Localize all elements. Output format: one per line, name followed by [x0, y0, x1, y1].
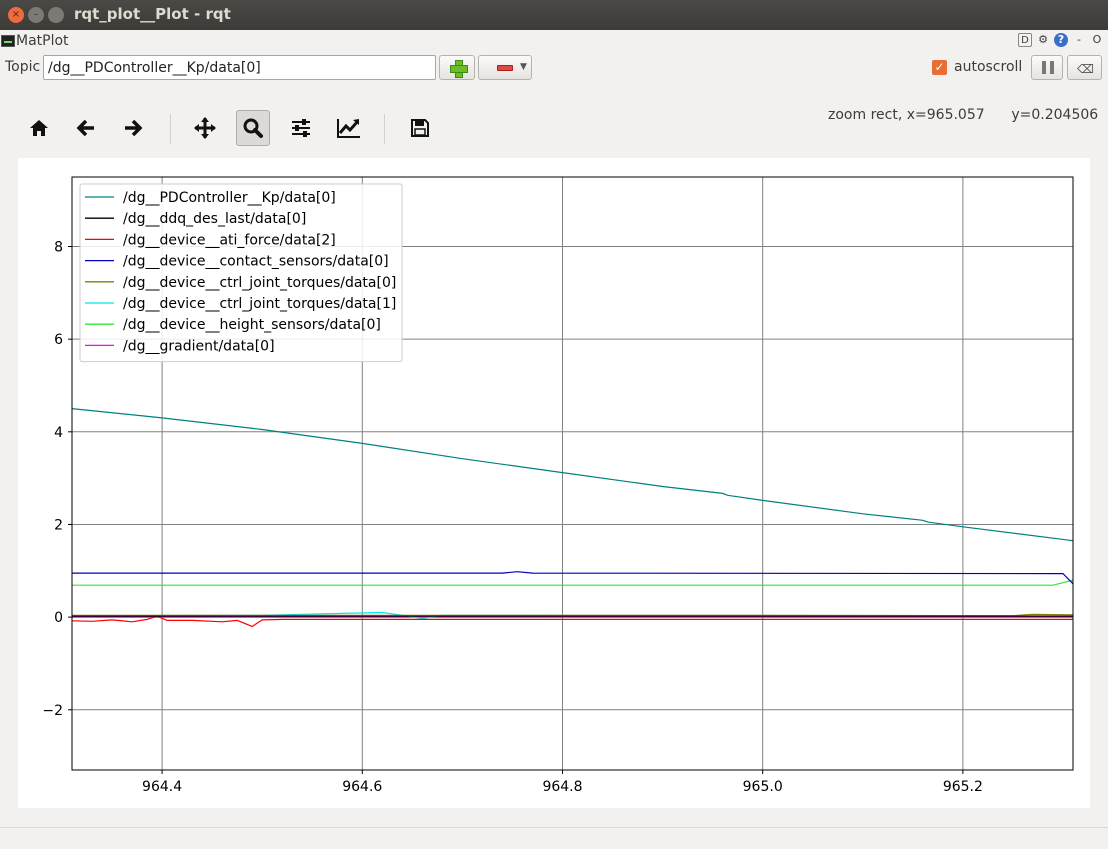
window-minimize-button[interactable]: –	[28, 7, 44, 23]
forward-button[interactable]	[116, 110, 150, 146]
configure-subplots-button[interactable]	[284, 110, 318, 146]
matplot-app-icon	[1, 35, 15, 47]
cursor-coordinates: zoom rect, x=965.057 y=0.204506	[828, 107, 1099, 123]
x-tick-label: 964.6	[342, 779, 382, 795]
pan-button[interactable]	[188, 110, 222, 146]
legend-label: /dg__device__ctrl_joint_torques/data[0]	[123, 275, 396, 291]
y-tick-label: 8	[54, 239, 63, 255]
plugin-header: MatPlot D ⚙ ? - O	[0, 31, 1108, 53]
chevron-down-icon: ▼	[520, 62, 527, 72]
minus-icon	[497, 65, 513, 71]
window-close-button[interactable]: ×	[8, 7, 24, 23]
back-icon	[76, 119, 94, 137]
legend-label: /dg__device__ati_force/data[2]	[123, 232, 336, 248]
y-tick-label: 4	[54, 425, 63, 441]
home-icon	[30, 120, 48, 136]
clear-button[interactable]: ⌫	[1067, 55, 1102, 80]
legend-label: /dg__device__contact_sensors/data[0]	[123, 254, 389, 270]
gear-icon[interactable]: ⚙	[1036, 33, 1050, 47]
help-icon[interactable]: ?	[1054, 33, 1068, 47]
legend-label: /dg__PDController__Kp/data[0]	[123, 190, 336, 206]
plugin-header-controls: D ⚙ ? - O	[1018, 33, 1104, 47]
x-tick-label: 964.8	[542, 779, 582, 795]
zoom-icon	[243, 118, 263, 138]
plot-canvas[interactable]: 964.4 964.6 964.8 965.0 965.2 −2 0 2 4 6 8/dg__PDC…	[18, 158, 1090, 808]
x-tick-label: 965.2	[943, 779, 983, 795]
home-button[interactable]	[22, 110, 56, 146]
cursor-y: y=0.204506	[1011, 107, 1099, 123]
y-tick-label: 6	[54, 332, 63, 348]
close-plugin-icon[interactable]: O	[1090, 33, 1104, 47]
save-icon	[411, 119, 429, 137]
pause-button[interactable]	[1031, 55, 1063, 80]
window-titlebar: × – rqt_plot__Plot - rqt	[0, 0, 1108, 30]
pause-icon	[1042, 61, 1054, 74]
y-tick-label: −2	[42, 703, 63, 719]
autoscroll-label: autoscroll	[954, 59, 1023, 75]
legend-label: /dg__device__height_sensors/data[0]	[123, 317, 381, 333]
x-tick-label: 965.0	[743, 779, 783, 795]
status-bar	[0, 827, 1108, 849]
forward-icon	[125, 119, 143, 137]
clear-icon: ⌫	[1077, 62, 1094, 76]
dock-icon[interactable]: D	[1018, 33, 1032, 47]
save-button[interactable]	[403, 110, 437, 146]
zoom-button[interactable]	[236, 110, 270, 146]
toolbar-separator	[170, 114, 171, 144]
topic-label: Topic	[5, 59, 41, 75]
y-tick-label: 0	[54, 610, 63, 626]
edit-axis-icon	[337, 119, 360, 138]
cursor-x: x=965.057	[906, 107, 985, 123]
legend-label: /dg__device__ctrl_joint_torques/data[1]	[123, 296, 396, 312]
y-tick-label: 2	[54, 517, 63, 533]
window-maximize-button[interactable]	[48, 7, 64, 23]
plot-figure[interactable]: 964.4 964.6 964.8 965.0 965.2 −2 0 2 4 6 8/dg__PDC…	[18, 158, 1090, 808]
pan-icon	[194, 117, 216, 139]
edit-axis-button[interactable]	[332, 110, 366, 146]
minimize-plugin-icon[interactable]: -	[1072, 33, 1086, 47]
plus-icon	[450, 60, 468, 78]
toolbar-separator	[384, 114, 385, 144]
configure-subplots-icon	[292, 119, 310, 137]
toolbar-mode: zoom rect	[828, 107, 898, 123]
window-title: rqt_plot__Plot - rqt	[74, 5, 231, 23]
autoscroll-checkbox[interactable]: ✓	[932, 60, 947, 75]
topic-input[interactable]	[43, 55, 436, 80]
remove-topic-button[interactable]: ▼	[478, 55, 532, 80]
back-button[interactable]	[69, 110, 103, 146]
legend-label: /dg__ddq_des_last/data[0]	[123, 211, 306, 227]
add-topic-button[interactable]	[439, 55, 475, 80]
legend-label: /dg__gradient/data[0]	[123, 338, 275, 354]
x-tick-label: 964.4	[142, 779, 182, 795]
plugin-title: MatPlot	[16, 33, 69, 49]
